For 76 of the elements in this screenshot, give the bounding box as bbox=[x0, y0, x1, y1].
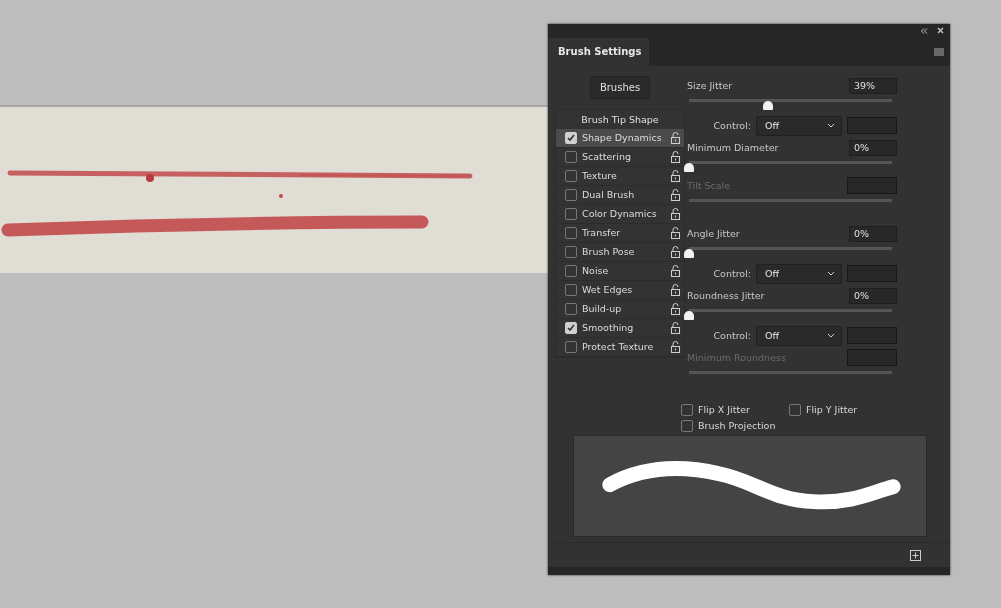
option-label[interactable]: Wet Edges bbox=[582, 284, 671, 296]
value-field[interactable]: 0% bbox=[849, 139, 897, 156]
control-dropdown[interactable]: Off bbox=[756, 263, 842, 284]
unlock-icon[interactable] bbox=[671, 150, 680, 163]
unlock-icon[interactable] bbox=[671, 188, 680, 201]
checkbox[interactable] bbox=[681, 419, 693, 432]
checkbox[interactable] bbox=[565, 150, 577, 163]
close-icon[interactable] bbox=[937, 27, 944, 35]
unlock-icon[interactable] bbox=[671, 264, 680, 277]
option-label[interactable]: Texture bbox=[582, 170, 671, 182]
control-label: Control: bbox=[713, 330, 751, 342]
control-dropdown[interactable]: Off bbox=[756, 325, 842, 346]
option-label[interactable]: Transfer bbox=[582, 227, 671, 239]
checkbox[interactable] bbox=[565, 169, 577, 182]
slider-track[interactable] bbox=[689, 308, 892, 312]
option-label[interactable]: Protect Texture bbox=[582, 341, 671, 353]
slider-track[interactable] bbox=[689, 370, 892, 374]
value-field[interactable] bbox=[847, 327, 897, 345]
checkbox[interactable] bbox=[565, 245, 577, 258]
checkbox[interactable] bbox=[565, 340, 577, 353]
flip-option[interactable]: Flip X Jitter bbox=[681, 403, 789, 416]
value-field[interactable]: 0% bbox=[849, 287, 897, 304]
setting-label: Angle Jitter bbox=[687, 228, 740, 240]
option-label[interactable]: Noise bbox=[582, 265, 671, 277]
slider-thumb[interactable] bbox=[684, 310, 694, 320]
setting-label: Minimum Diameter bbox=[687, 142, 779, 154]
control-label: Control: bbox=[713, 268, 751, 280]
slider-thumb[interactable] bbox=[684, 248, 694, 258]
panel-tab[interactable]: Brush Settings bbox=[548, 37, 650, 66]
option-label[interactable]: Build-up bbox=[582, 303, 671, 315]
slider-track[interactable] bbox=[689, 98, 892, 102]
unlock-icon[interactable] bbox=[671, 169, 680, 182]
chevron-icon bbox=[827, 123, 835, 129]
option-label[interactable]: Brush Pose bbox=[582, 246, 671, 258]
value-field[interactable]: 39% bbox=[849, 77, 897, 94]
unlock-icon[interactable] bbox=[671, 302, 680, 315]
checkbox[interactable] bbox=[565, 207, 577, 220]
unlock-icon[interactable] bbox=[671, 245, 680, 258]
unlock-icon[interactable] bbox=[671, 226, 680, 239]
chevron-icon bbox=[827, 333, 835, 339]
checkbox[interactable] bbox=[565, 264, 577, 277]
slider-thumb[interactable] bbox=[684, 162, 694, 172]
control-dropdown[interactable]: Off bbox=[756, 115, 842, 136]
slider-track[interactable] bbox=[689, 246, 892, 250]
flip-option[interactable]: Brush Projection bbox=[681, 419, 789, 432]
checkbox[interactable] bbox=[789, 403, 801, 416]
unlock-icon[interactable] bbox=[671, 321, 680, 334]
checkbox[interactable] bbox=[565, 188, 577, 201]
option-label[interactable]: Smoothing bbox=[582, 322, 671, 334]
slider-track[interactable] bbox=[689, 160, 892, 164]
control-label: Control: bbox=[713, 120, 751, 132]
resize-grip[interactable] bbox=[548, 567, 950, 575]
checkbox[interactable] bbox=[681, 403, 693, 416]
unlock-icon[interactable] bbox=[671, 283, 680, 296]
brush-tip-shape-item[interactable]: Brush Tip Shape bbox=[556, 109, 684, 129]
value-field[interactable] bbox=[847, 117, 897, 135]
value-field[interactable] bbox=[847, 265, 897, 283]
slider-thumb[interactable] bbox=[763, 100, 774, 110]
checkbox[interactable] bbox=[565, 226, 577, 239]
unlock-icon[interactable] bbox=[671, 131, 680, 144]
checkbox[interactable] bbox=[565, 302, 577, 315]
setting-label: Roundness Jitter bbox=[687, 290, 765, 302]
add-icon[interactable] bbox=[910, 549, 921, 561]
checkbox[interactable] bbox=[565, 283, 577, 296]
chevron-icon bbox=[827, 271, 835, 277]
option-label[interactable]: Color Dynamics bbox=[582, 208, 671, 220]
unlock-icon[interactable] bbox=[671, 207, 680, 220]
flip-option[interactable]: Flip Y Jitter bbox=[789, 403, 897, 416]
value-field[interactable]: 0% bbox=[849, 225, 897, 242]
option-label[interactable]: Scattering bbox=[582, 151, 671, 163]
option-label[interactable]: Dual Brush bbox=[582, 189, 671, 201]
brushes-button[interactable]: Brushes bbox=[590, 75, 650, 99]
slider-track[interactable] bbox=[689, 198, 892, 202]
setting-label: Size Jitter bbox=[687, 80, 733, 92]
collapse-icon[interactable] bbox=[920, 27, 928, 34]
unlock-icon[interactable] bbox=[671, 340, 680, 353]
